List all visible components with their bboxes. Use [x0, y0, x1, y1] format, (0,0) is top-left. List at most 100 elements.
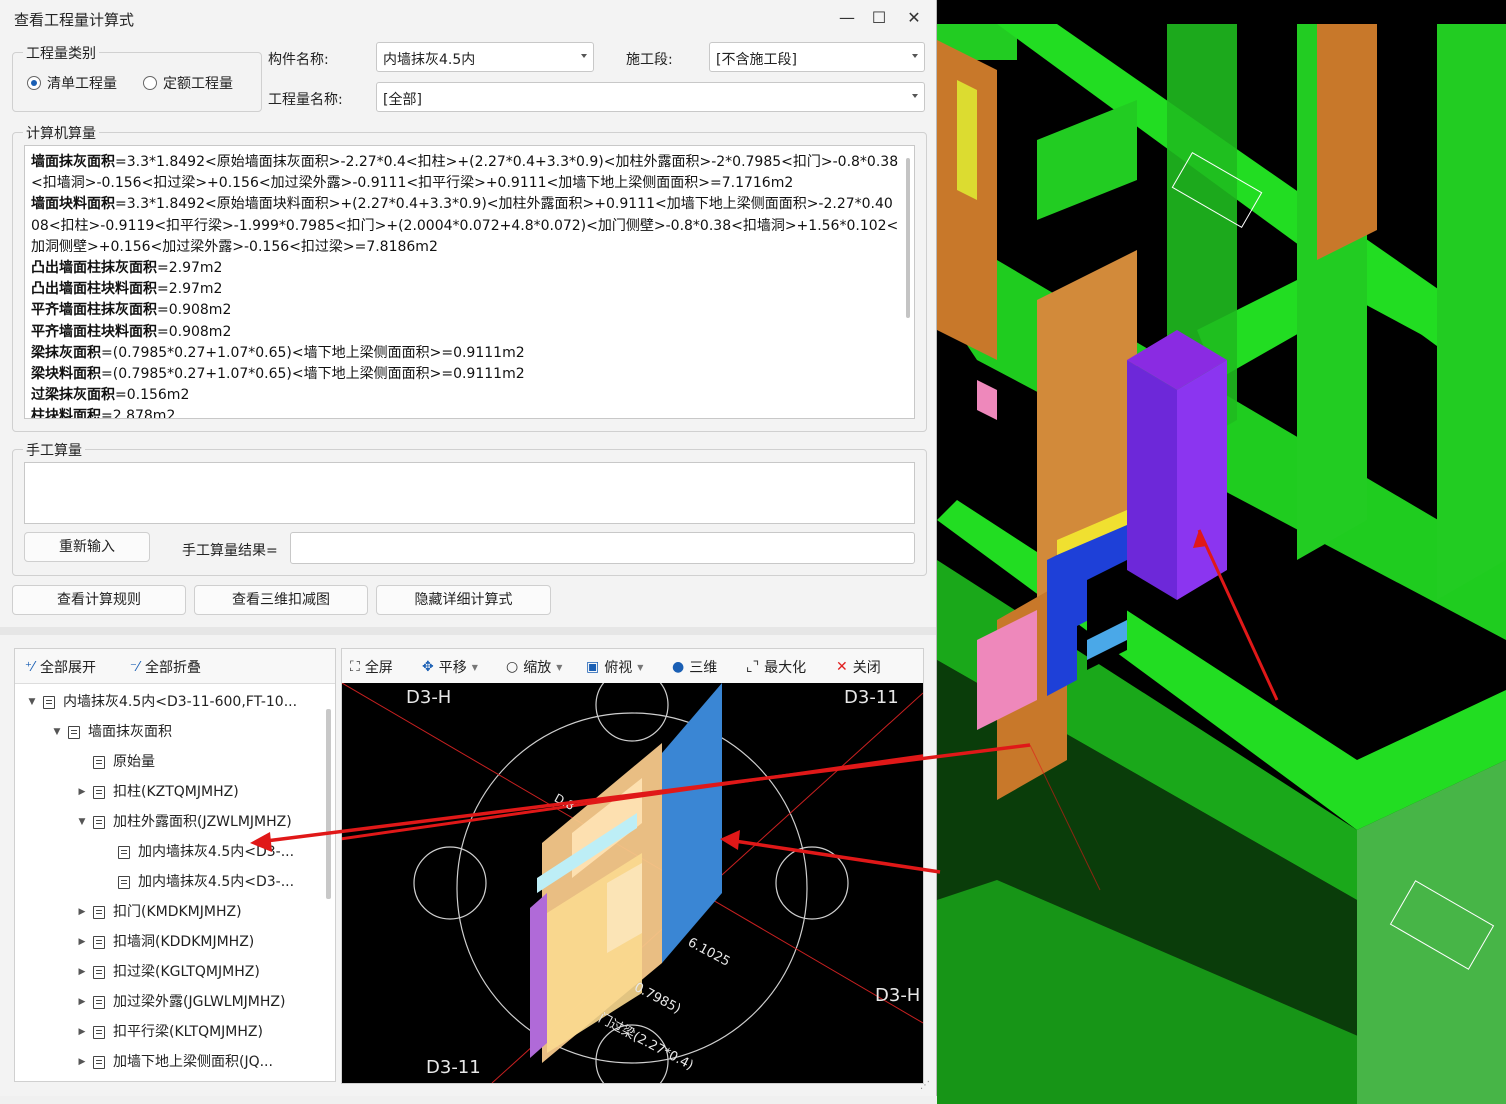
tree-node[interactable]: 加内墙抹灰4.5内<D3-... [100, 837, 294, 867]
document-icon [43, 695, 55, 709]
reenter-button[interactable]: 重新输入 [24, 532, 150, 562]
tree-node[interactable]: ▶ 扣门(KMDKMJMHZ) [75, 897, 242, 927]
3d-button[interactable]: ● 三维 [672, 657, 717, 677]
radio-quota-qty[interactable]: 定额工程量 [143, 73, 233, 93]
splitter[interactable] [0, 627, 936, 635]
chevron-right-icon[interactable]: ▶ [75, 957, 89, 987]
radio-unselected-icon [143, 76, 157, 90]
formula-line-name: 柱块料面积 [31, 408, 101, 419]
maximize-view-button[interactable]: ⌞⌝ 最大化 [746, 657, 806, 677]
chevron-right-icon[interactable]: ▶ [75, 1017, 89, 1047]
chevron-right-icon[interactable]: ▶ [75, 897, 89, 927]
formula-line: 平齐墙面柱抹灰面积=0.908m2 [31, 300, 901, 321]
model-3d-viewport[interactable] [937, 0, 1506, 1104]
chevron-down-icon[interactable]: ▼ [75, 807, 89, 837]
tree-node[interactable]: ▶ 加过梁外露(JGLWLMJMHZ) [75, 987, 286, 1017]
tree-scrollbar[interactable] [326, 709, 331, 899]
component-name-select[interactable]: 内墙抹灰4.5内 [376, 42, 594, 72]
chevron-down-icon [581, 54, 587, 58]
close-view-button[interactable]: ✕ 关闭 [836, 657, 881, 677]
qty-type-legend: 工程量类别 [23, 43, 99, 63]
chevron-right-icon[interactable]: ▶ [75, 1047, 89, 1077]
formula-line-expr: =0.156m2 [115, 387, 190, 404]
tree-node[interactable]: 加内墙抹灰4.5内<D3-... [100, 867, 294, 897]
cube-icon: ▣ [586, 659, 600, 675]
tree-node[interactable]: 原始量 [75, 747, 155, 777]
chevron-down-icon[interactable]: ▼ [25, 687, 39, 717]
formula-line-expr: =3.3*1.8492<原始墙面块料面积>+(2.27*0.4+3.3*0.9)… [31, 196, 899, 255]
expand-all-button[interactable]: ⁺⁄ 全部展开 [25, 657, 96, 677]
view-3d-button[interactable]: 查看三维扣减图 [194, 585, 368, 615]
formula-line-expr: =2.97m2 [157, 281, 223, 298]
formula-line-name: 墙面抹灰面积 [31, 154, 115, 170]
component-name-value: 内墙抹灰4.5内 [383, 52, 476, 68]
fullscreen-icon: ⛶ [350, 659, 360, 675]
maximize-button[interactable]: ☐ [866, 6, 892, 30]
title-bar[interactable]: 查看工程量计算式 — ☐ ✕ [0, 0, 936, 36]
fullscreen-button[interactable]: ⛶ 全屏 [350, 657, 393, 677]
formula-line-expr: =2.97m2 [157, 260, 223, 277]
document-icon [93, 995, 105, 1009]
document-icon [93, 815, 105, 829]
formula-line-name: 梁抹灰面积 [31, 344, 101, 361]
tree-node[interactable]: ▶ 扣平行梁(KLTQMJMHZ) [75, 1017, 263, 1047]
tree-node-label: 原始量 [113, 754, 155, 770]
manual-result-input[interactable] [290, 532, 915, 564]
manual-calc-group: 手工算量 重新输入 手工算量结果= [12, 440, 927, 576]
minimize-button[interactable]: — [834, 6, 860, 30]
formula-line-name: 墙面块料面积 [31, 196, 115, 213]
view-rules-button[interactable]: 查看计算规则 [12, 585, 186, 615]
tree-node[interactable]: ▼ 内墙抹灰4.5内<D3-11-600,FT-10... [25, 687, 298, 717]
chevron-down-icon[interactable]: ▼ [50, 717, 64, 747]
tree-node[interactable]: ▶ 加墙下地上梁侧面积(JQ... [75, 1047, 273, 1077]
tree-node[interactable]: ▶ 扣墙洞(KDDKMJMHZ) [75, 927, 255, 957]
tree-node-label: 扣平行梁(KLTQMJMHZ) [113, 1024, 263, 1040]
chevron-down-icon: ▼ [637, 662, 644, 672]
section-select[interactable]: [不含施工段] [709, 42, 925, 72]
hide-detail-button[interactable]: 隐藏详细计算式 [376, 585, 551, 615]
3d-label: 三维 [689, 660, 718, 676]
collapse-all-button[interactable]: ⁻⁄ 全部折叠 [130, 657, 201, 677]
window-title: 查看工程量计算式 [14, 11, 135, 29]
expand-icon: ⁺⁄ [25, 659, 35, 675]
formula-scrollbar[interactable] [906, 158, 910, 318]
chevron-down-icon: ▼ [556, 662, 563, 672]
zoom-icon: ○ [506, 659, 519, 675]
tree-node-label: 扣墙洞(KDDKMJMHZ) [113, 934, 255, 950]
qty-name-select[interactable]: [全部] [376, 82, 925, 112]
collapse-all-label: 全部折叠 [145, 660, 202, 676]
formula-line-expr: =0.908m2 [157, 302, 232, 319]
maximize-view-label: 最大化 [764, 660, 807, 676]
deduction-3d-canvas[interactable]: D3-H D3-11 D3-H D3-11 6.1025 0.7985) 门过梁… [342, 683, 923, 1083]
chevron-right-icon[interactable]: ▶ [75, 987, 89, 1017]
tree-node[interactable]: ▶ 扣过梁(KGLTQMJMHZ) [75, 957, 260, 987]
formula-line: 平齐墙面柱块料面积=0.908m2 [31, 322, 901, 343]
chevron-right-icon[interactable]: ▶ [75, 777, 89, 807]
formula-line: 梁抹灰面积=(0.7985*0.27+1.07*0.65)<墙下地上梁侧面面积>… [31, 343, 901, 364]
top-view-button[interactable]: ▣ 俯视 ▼ [586, 657, 643, 677]
pan-icon: ✥ [422, 659, 434, 675]
fullscreen-label: 全屏 [364, 660, 393, 676]
chevron-right-icon[interactable]: ▶ [75, 927, 89, 957]
radio-bill-qty[interactable]: 清单工程量 [27, 73, 117, 93]
pan-button[interactable]: ✥ 平移 ▼ [422, 657, 478, 677]
tree-node-label: 扣过梁(KGLTQMJMHZ) [113, 964, 260, 980]
calc-formula-text[interactable]: 墙面抹灰面积=3.3*1.8492<原始墙面抹灰面积>-2.27*0.4<扣柱>… [24, 145, 915, 419]
section-label: 施工段: [626, 52, 673, 68]
close-button[interactable]: ✕ [901, 6, 927, 30]
manual-result-label: 手工算量结果= [182, 543, 278, 559]
document-icon [118, 845, 130, 859]
tree-node-label: 内墙抹灰4.5内<D3-11-600,FT-10... [63, 694, 298, 710]
formula-line-name: 过梁抹灰面积 [31, 387, 115, 404]
formula-line: 柱块料面积=2.878m2 [31, 406, 901, 419]
tree-node[interactable]: ▼ 加柱外露面积(JZWLMJMHZ) [75, 807, 292, 837]
axis-label: D3-H [875, 985, 921, 1006]
tree-node-label: 加柱外露面积(JZWLMJMHZ) [113, 814, 292, 830]
manual-calc-input[interactable] [24, 462, 915, 524]
tree-node[interactable]: ▼ 墙面抹灰面积 [50, 717, 172, 747]
collapse-icon: ⁻⁄ [130, 659, 140, 675]
resize-grip-icon[interactable]: ⋰ [920, 1080, 930, 1091]
tree-node[interactable]: ▶ 扣柱(KZTQMJMHZ) [75, 777, 239, 807]
zoom-button[interactable]: ○ 缩放 ▼ [506, 657, 562, 677]
expand-all-label: 全部展开 [40, 660, 97, 676]
